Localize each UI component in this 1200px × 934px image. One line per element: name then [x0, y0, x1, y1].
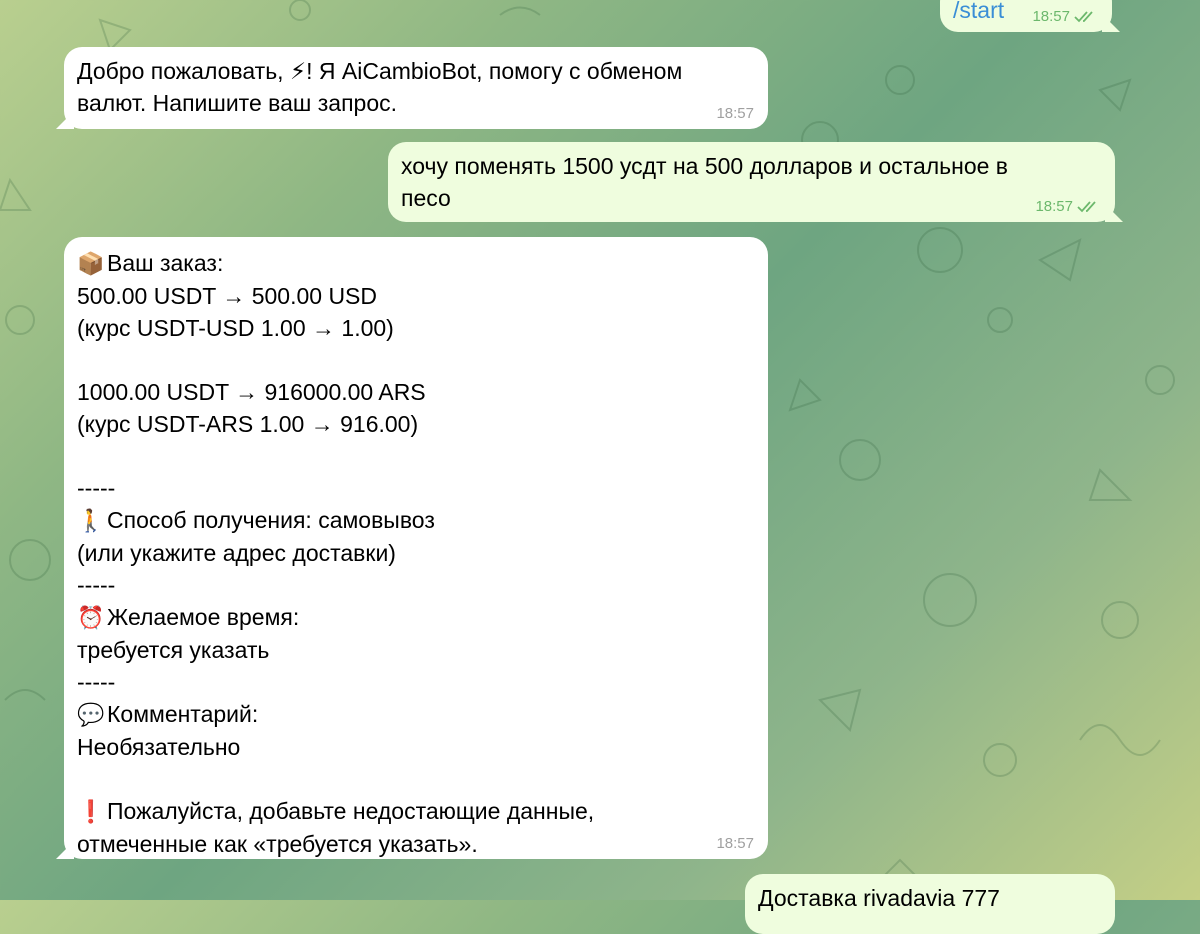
- comment-value: Необязательно: [77, 734, 241, 760]
- message-incoming-order[interactable]: 📦 Ваш заказ: 500.00 USDT → 500.00 USD (ку…: [64, 237, 768, 859]
- message-text-line: Доставка rivadavia 777: [758, 885, 1000, 911]
- message-incoming-welcome[interactable]: Добро пожаловать, ⚡! Я AiCambioBot, помо…: [64, 47, 768, 129]
- message-meta: 18:57: [1032, 8, 1098, 26]
- separator: -----: [77, 669, 116, 695]
- message-meta: 18:57: [1035, 198, 1101, 216]
- message-text-line: песо: [401, 185, 451, 211]
- double-check-icon: [1077, 201, 1096, 213]
- message-outgoing-request[interactable]: хочу поменять 1500 усдт на 500 долларов …: [388, 142, 1115, 222]
- message-text-line: Добро пожаловать, ⚡! Я AiCambioBot, помо…: [77, 58, 683, 84]
- rate-usd: (курс USDT-USD 1.00 → 1.00): [77, 315, 394, 341]
- alarm-clock-icon: ⏰: [77, 605, 105, 630]
- warning-text: Пожалуйста, добавьте недостающие данные,: [107, 798, 595, 824]
- exclamation-icon: ❗: [77, 799, 105, 824]
- time-line: ⏰ Желаемое время:: [77, 601, 754, 634]
- message-outgoing-start[interactable]: /start 18:57: [940, 0, 1112, 32]
- message-text-line: валют. Напишите ваш запрос.: [77, 90, 398, 116]
- message-time: 18:57: [1035, 198, 1073, 215]
- desired-time-value: требуется указать: [77, 637, 270, 663]
- warning-text-2: отмеченные как «требуется указать».: [77, 831, 478, 857]
- delivery-note: (или укажите адрес доставки): [77, 540, 396, 566]
- delivery-line: 🚶 Способ получения: самовывоз: [77, 504, 754, 537]
- conversion-usd: 500.00 USDT → 500.00 USD: [77, 283, 378, 309]
- separator: -----: [77, 475, 116, 501]
- message-text-line: хочу поменять 1500 усдт на 500 долларов …: [401, 153, 1009, 179]
- double-check-icon: [1074, 11, 1093, 23]
- delivery-method: Способ получения: самовывоз: [107, 507, 435, 533]
- desired-time-title: Желаемое время:: [107, 604, 300, 630]
- walking-person-icon: 🚶: [77, 508, 105, 533]
- message-outgoing-delivery[interactable]: Доставка rivadavia 777: [745, 874, 1115, 934]
- package-icon: 📦: [77, 251, 105, 276]
- speech-bubble-icon: 💬: [77, 702, 105, 727]
- message-time: 18:57: [1032, 8, 1070, 25]
- order-title-line: 📦 Ваш заказ:: [77, 247, 754, 280]
- conversion-ars: 1000.00 USDT → 916000.00 ARS: [77, 379, 426, 405]
- comment-title: Комментарий:: [107, 701, 259, 727]
- separator: -----: [77, 572, 116, 598]
- warning-line: ❗ Пожалуйста, добавьте недостающие данные…: [77, 795, 754, 828]
- message-time: 18:57: [716, 835, 754, 852]
- comment-line: 💬 Комментарий:: [77, 698, 754, 731]
- order-title: Ваш заказ:: [107, 250, 224, 276]
- message-time: 18:57: [716, 105, 754, 122]
- chat-area: /start 18:57 Добро пожаловать, ⚡! Я AiCa…: [0, 0, 1200, 934]
- rate-ars: (курс USDT-ARS 1.00 → 916.00): [77, 411, 419, 437]
- bot-command-link[interactable]: /start: [953, 0, 1004, 26]
